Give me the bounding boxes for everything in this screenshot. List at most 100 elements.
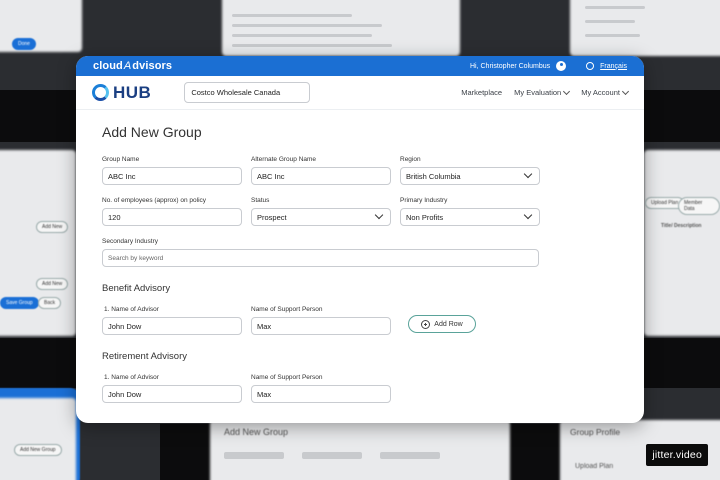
bg-right-table-panel	[644, 150, 720, 336]
form-row-2: No. of employees (approx) on policy 120 …	[102, 197, 618, 226]
primary-industry-value: Non Profits	[406, 212, 444, 222]
benefit-advisor-value: John Dow	[108, 321, 142, 331]
benefit-support-value: Max	[257, 321, 272, 331]
globe-icon	[586, 62, 595, 70]
bg-blue-button: Save Group	[0, 297, 39, 309]
nav-my-account-menu[interactable]: My Account	[581, 87, 630, 97]
status-field: Status Prospect	[251, 197, 391, 226]
add-group-window: cloud A dvisors Hi, Christopher Columbus…	[76, 56, 644, 423]
benefit-advisory-title: Benefit Advisory	[102, 283, 171, 294]
user-avatar-icon[interactable]	[556, 61, 567, 71]
nav-marketplace-link[interactable]: Marketplace	[461, 88, 502, 97]
company-selector[interactable]: Costco Wholesale Canada	[184, 82, 311, 103]
nav-my-account-label: My Account	[581, 88, 620, 97]
topbar-right: Hi, Christopher Columbus Français	[470, 61, 627, 71]
bg-industry-list-panel	[222, 0, 460, 56]
status-value: Prospect	[257, 212, 287, 222]
plus-circle-icon	[421, 319, 431, 329]
benefit-advisor-row: 1. Name of Advisor John Dow Name of Supp…	[102, 306, 618, 335]
bg-done-button: Done	[12, 38, 36, 50]
retirement-advisor-input[interactable]: John Dow	[102, 385, 242, 403]
retirement-advisor-label: 1. Name of Advisor	[104, 374, 159, 381]
primary-industry-field: Primary Industry Non Profits	[400, 197, 540, 226]
group-name-value: ABC Inc	[108, 171, 136, 181]
retirement-advisor-field: 1. Name of Advisor John Dow	[102, 374, 242, 403]
chevron-down-icon	[563, 87, 571, 95]
add-row-button[interactable]: Add Row	[408, 315, 476, 333]
retirement-advisor-value: John Dow	[108, 389, 142, 399]
brand-a: A	[123, 60, 132, 72]
chevron-down-icon	[621, 87, 630, 95]
bg-dark-band	[644, 90, 720, 142]
hub-logo-text: HUB	[113, 82, 152, 102]
status-select[interactable]: Prospect	[251, 208, 391, 226]
region-field: Region British Columbia	[400, 156, 540, 185]
bg-line	[585, 34, 640, 37]
benefit-advisor-label: 1. Name of Advisor	[104, 306, 159, 313]
bg-add-new-group-button: Add New Group	[14, 444, 62, 456]
chevron-down-icon	[374, 210, 384, 220]
add-row-label: Add Row	[434, 320, 463, 328]
nav-marketplace-label: Marketplace	[461, 88, 503, 97]
nav-links: Marketplace My Evaluation My Account	[461, 87, 630, 97]
brand-rest: dvisors	[132, 60, 173, 72]
alt-group-name-label: Alternate Group Name	[251, 156, 317, 163]
user-greeting[interactable]: Hi, Christopher Columbus	[470, 63, 550, 70]
hub-logo[interactable]: HUB	[92, 83, 151, 103]
retirement-support-input[interactable]: Max	[251, 385, 391, 403]
nav-my-evaluation-menu[interactable]: My Evaluation	[514, 87, 571, 97]
nav-my-evaluation-label: My Evaluation	[514, 88, 562, 97]
primary-industry-select[interactable]: Non Profits	[400, 208, 540, 226]
top-bar: cloud A dvisors Hi, Christopher Columbus…	[76, 56, 644, 76]
bg-member-tab: Member Data	[678, 197, 720, 215]
bg-group-profile-title: Group Profile	[570, 427, 621, 437]
group-name-label: Group Name	[102, 156, 140, 163]
retirement-advisory-title: Retirement Advisory	[102, 351, 188, 362]
language-toggle-link[interactable]: Français	[600, 63, 627, 70]
employees-field: No. of employees (approx) on policy 120	[102, 197, 242, 226]
add-row-wrap: Add Row	[400, 306, 540, 335]
jitter-watermark: jitter.video	[646, 444, 708, 466]
retirement-support-value: Max	[257, 389, 272, 399]
status-label: Status	[251, 197, 270, 204]
benefit-support-label: Name of Support Person	[251, 306, 323, 313]
benefit-advisor-field: 1. Name of Advisor John Dow	[102, 306, 242, 335]
bg-dark-band	[0, 338, 76, 388]
benefit-support-input[interactable]: Max	[251, 317, 391, 335]
bg-input	[380, 452, 440, 459]
region-value: British Columbia	[406, 171, 461, 181]
bg-line	[232, 34, 372, 37]
group-name-field: Group Name ABC Inc	[102, 156, 242, 185]
bg-add-new-button: Add New	[36, 221, 69, 233]
cloudadvisors-logo[interactable]: cloud A dvisors	[93, 60, 172, 72]
alt-group-name-input[interactable]: ABC Inc	[251, 167, 391, 185]
bg-add-new-button-2: Add New	[36, 278, 69, 290]
retirement-support-field: Name of Support Person Max	[251, 374, 391, 403]
employees-value: 120	[108, 212, 121, 222]
alt-group-name-value: ABC Inc	[257, 171, 285, 181]
bg-upload-plan-label: Upload Plan	[575, 463, 614, 470]
alt-group-name-field: Alternate Group Name ABC Inc	[251, 156, 391, 185]
bg-dark-band	[0, 90, 76, 142]
bg-table-header: Title/ Description	[661, 223, 702, 229]
bg-input	[302, 452, 362, 459]
benefit-support-field: Name of Support Person Max	[251, 306, 391, 335]
retirement-advisor-row: 1. Name of Advisor John Dow Name of Supp…	[102, 374, 618, 403]
bg-bottom-title: Add New Group	[224, 427, 289, 437]
region-select[interactable]: British Columbia	[400, 167, 540, 185]
benefit-advisor-input[interactable]: John Dow	[102, 317, 242, 335]
region-label: Region	[400, 156, 421, 163]
employees-label: No. of employees (approx) on policy	[102, 197, 207, 204]
group-name-input[interactable]: ABC Inc	[102, 167, 242, 185]
employees-input[interactable]: 120	[102, 208, 242, 226]
bg-line	[232, 14, 352, 17]
bg-line	[585, 6, 645, 9]
secondary-industry-label: Secondary Industry	[102, 238, 159, 245]
secondary-industry-placeholder: Search by keyword	[108, 254, 164, 262]
main-nav: HUB Costco Wholesale Canada Marketplace …	[76, 76, 644, 110]
bg-bottom-left-panel	[0, 398, 76, 480]
page-title: Add New Group	[102, 124, 202, 140]
form-row-1: Group Name ABC Inc Alternate Group Name …	[102, 156, 618, 185]
secondary-industry-search-input[interactable]: Search by keyword	[102, 249, 539, 267]
retirement-support-label: Name of Support Person	[251, 374, 323, 381]
